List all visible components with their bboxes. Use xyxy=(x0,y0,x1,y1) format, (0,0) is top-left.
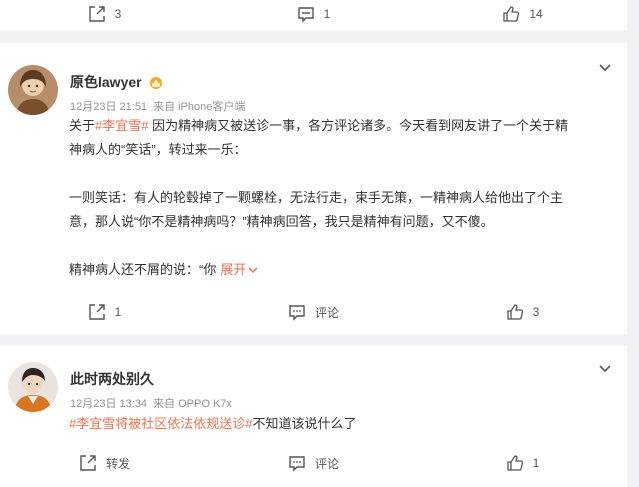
comment-icon xyxy=(289,456,305,472)
text-segment: 神病人的“笑话”，转过来一乐： xyxy=(69,142,247,157)
post-time[interactable]: 12月23日 13:34 xyxy=(70,398,147,410)
paragraph-1: #李宜雪将被社区依法依规送诊#不知道该说什么了 xyxy=(69,412,609,436)
post-time-source: 12月23日 13:34 来自 OPPO K7x xyxy=(70,395,232,411)
post-header: 原色lawyer 12月23日 21:51 来自 iPhone客户端 xyxy=(8,65,245,115)
comment-button[interactable]: 评论 xyxy=(209,451,418,475)
previous-post-card: 3 1 14 xyxy=(0,0,627,30)
like-button[interactable]: 1 xyxy=(418,451,627,475)
avatar[interactable] xyxy=(8,65,58,115)
repost-icon xyxy=(80,455,96,471)
comment-count: 1 xyxy=(323,7,331,21)
repost-button[interactable]: 转发 xyxy=(0,451,209,475)
text-segment: 不知道该说什么了 xyxy=(252,416,357,431)
repost-count: 3 xyxy=(114,7,122,21)
like-button[interactable]: 14 xyxy=(418,2,627,26)
chevron-down-icon[interactable] xyxy=(597,59,613,75)
like-icon xyxy=(503,6,520,22)
text-segment: 一则笑话：有人的轮毂掉了一颗螺栓，无法行走，束手无策，一精神病人给他出了个主 xyxy=(69,190,564,205)
comment-label: 评论 xyxy=(314,456,339,471)
like-count: 3 xyxy=(532,305,540,319)
like-button[interactable]: 3 xyxy=(418,300,627,324)
like-count: 14 xyxy=(529,7,543,21)
author-name-text: 此时两处别久 xyxy=(70,371,154,387)
like-icon xyxy=(507,455,523,471)
expand-label: 展开 xyxy=(220,262,247,277)
paragraph-2: 一则笑话：有人的轮毂掉了一颗螺栓，无法行走，束手无策，一精神病人给他出了个主 意… xyxy=(69,186,609,234)
text-segment: 关于 xyxy=(69,118,96,133)
chevron-down-icon[interactable] xyxy=(597,360,613,376)
comment-label: 评论 xyxy=(314,305,339,320)
post-card: 原色lawyer 12月23日 21:51 来自 iPhone客户端 关于#李宜雪… xyxy=(0,43,627,334)
comment-icon xyxy=(297,7,314,23)
post-source: 来自 OPPO K7x xyxy=(153,398,232,410)
repost-label: 转发 xyxy=(105,456,130,471)
hashtag-link[interactable]: #李宜雪# xyxy=(95,118,148,133)
comment-button[interactable]: 1 xyxy=(209,2,418,26)
post-time-source: 12月23日 21:51 来自 iPhone客户端 xyxy=(70,98,245,114)
hashtag-link[interactable]: #李宜雪将被社区依法依规送诊# xyxy=(69,416,252,431)
chevron-down-icon xyxy=(248,267,258,274)
avatar[interactable] xyxy=(8,362,58,412)
text-segment: 因为精神病又被送诊一事，各方评论诸多。今天看到网友讲了一个关于精 xyxy=(148,118,569,133)
expand-link[interactable]: 展开 xyxy=(220,262,258,277)
paragraph-1: 关于#李宜雪# 因为精神病又被送诊一事，各方评论诸多。今天看到网友讲了一个关于精… xyxy=(69,114,609,162)
post-text: 关于#李宜雪# 因为精神病又被送诊一事，各方评论诸多。今天看到网友讲了一个关于精… xyxy=(69,114,609,282)
post-actions: 转发 评论 1 xyxy=(0,451,627,475)
text-segment: 意，那人说“你不是精神病吗？”精神病回答，我只是精神有问题，又不傻。 xyxy=(69,214,494,229)
post-time[interactable]: 12月23日 21:51 xyxy=(70,101,147,113)
author-name-text: 原色lawyer xyxy=(70,74,142,90)
repost-icon xyxy=(88,6,105,22)
like-icon xyxy=(507,304,523,320)
comment-button[interactable]: 评论 xyxy=(209,300,418,324)
post-source: 来自 iPhone客户端 xyxy=(153,101,246,113)
paragraph-3: 精神病人还不屑的说：“你 展开 xyxy=(69,258,609,282)
post-meta: 此时两处别久 12月23日 13:34 来自 OPPO K7x xyxy=(70,362,232,412)
comment-icon xyxy=(289,305,305,321)
repost-button[interactable]: 1 xyxy=(0,300,209,324)
repost-button[interactable]: 3 xyxy=(0,2,209,26)
repost-icon xyxy=(88,304,105,320)
post-actions: 1 评论 3 xyxy=(0,300,627,324)
previous-post-actions: 3 1 14 xyxy=(0,2,627,26)
post-meta: 原色lawyer 12月23日 21:51 来自 iPhone客户端 xyxy=(70,65,245,115)
post-text: #李宜雪将被社区依法依规送诊#不知道该说什么了 xyxy=(69,412,609,436)
author-name[interactable]: 原色lawyer xyxy=(70,72,245,92)
author-name[interactable]: 此时两处别久 xyxy=(70,369,232,389)
like-count: 1 xyxy=(532,456,540,470)
post-header: 此时两处别久 12月23日 13:34 来自 OPPO K7x xyxy=(8,362,232,412)
post-card: 此时两处别久 12月23日 13:34 来自 OPPO K7x #李宜雪将被社区依… xyxy=(0,346,627,487)
vip-crown-icon xyxy=(149,77,162,89)
text-segment: 精神病人还不屑的说：“你 xyxy=(69,262,217,277)
repost-count: 1 xyxy=(114,305,122,319)
